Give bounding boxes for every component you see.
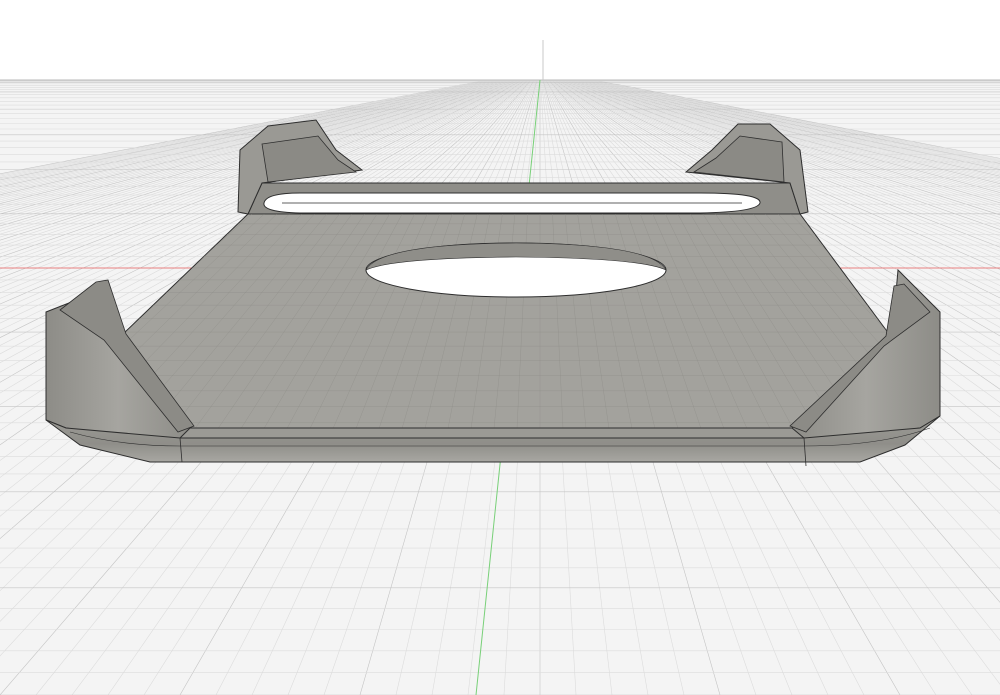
- 3d-scene[interactable]: [0, 0, 1000, 695]
- front-rim: [178, 427, 806, 439]
- 3d-viewport[interactable]: [0, 0, 1000, 695]
